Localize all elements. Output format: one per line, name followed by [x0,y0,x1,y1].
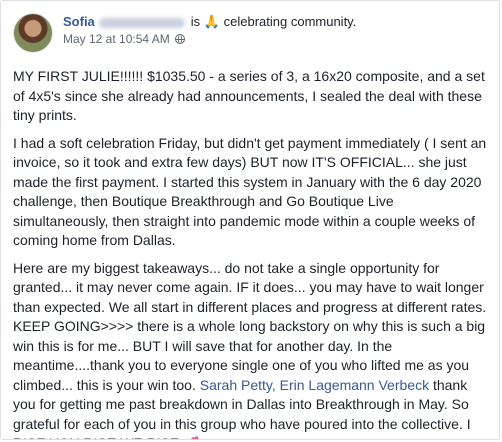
post-card: Sofia is 🙏 celebrating community. May 12 … [0,0,500,440]
post-meta: Sofia is 🙏 celebrating community. May 12 … [63,13,356,48]
author-line: Sofia is 🙏 celebrating community. [63,13,356,30]
tagged-people-link[interactable]: Sarah Petty, Erin Lagemann Verbeck [200,377,429,393]
post-header: Sofia is 🙏 celebrating community. May 12 … [13,13,356,53]
redacted-surname [98,17,185,28]
post-timestamp[interactable]: May 12 at 10:54 AM [63,30,170,48]
paragraph-3-text-start: Here are my biggest takeaways... do not … [13,259,487,393]
prayer-hands-icon: 🙏 [203,14,220,29]
two-hearts-icon: 💕 [183,436,199,439]
post-paragraph-2: I had a soft celebration Friday, but did… [13,134,487,249]
author-name[interactable]: Sofia [63,14,95,29]
post-paragraph-3: Here are my biggest takeaways... do not … [13,259,487,440]
activity-text: celebrating community. [223,14,357,29]
activity-verb: is [190,14,201,29]
post-body: MY FIRST JULIE!!!!!! $1035.50 - a series… [13,67,487,440]
globe-icon [174,34,185,44]
post-time-row: May 12 at 10:54 AM [63,30,356,48]
post-paragraph-1: MY FIRST JULIE!!!!!! $1035.50 - a series… [13,68,485,123]
author-avatar[interactable] [13,13,53,53]
